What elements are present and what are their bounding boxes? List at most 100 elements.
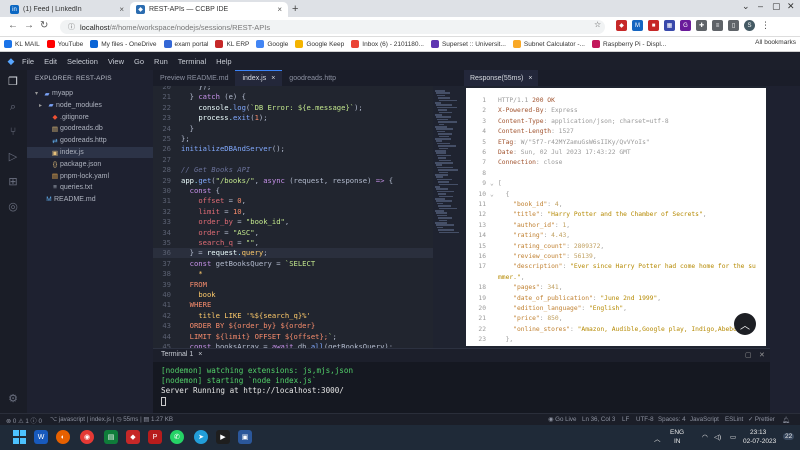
word-icon[interactable]: W bbox=[34, 430, 48, 444]
back-arrow-icon[interactable]: ← bbox=[8, 20, 18, 31]
scroll-to-top-button[interactable]: ︿ bbox=[734, 313, 756, 335]
run-debug-icon[interactable]: ▷ bbox=[6, 150, 20, 164]
file-item[interactable]: ▣ index.js bbox=[27, 147, 153, 158]
menu-view[interactable]: View bbox=[108, 57, 124, 66]
pdf-icon[interactable]: P bbox=[148, 430, 162, 444]
new-tab-button[interactable]: + bbox=[292, 3, 298, 15]
folder-item[interactable]: ▾ ▰ myapp bbox=[27, 88, 153, 99]
close-icon[interactable]: × bbox=[271, 75, 275, 82]
wifi-icon[interactable]: ◠ bbox=[702, 433, 708, 441]
source-control-icon[interactable]: ⑂ bbox=[6, 125, 20, 139]
prettier-status[interactable]: ✓ Prettier bbox=[748, 416, 775, 423]
bookmark-item[interactable]: My files - OneDrive bbox=[90, 40, 157, 48]
maximize-panel-icon[interactable]: ▢ bbox=[745, 351, 752, 359]
app-red-icon[interactable]: ◆ bbox=[126, 430, 140, 444]
file-item[interactable]: ◆ .gitignore bbox=[27, 112, 153, 123]
menu-file[interactable]: File bbox=[22, 57, 34, 66]
cursor-position[interactable]: Ln 36, Col 3 bbox=[582, 416, 615, 423]
problems-status[interactable]: ⊗ 0 ⚠ 1 ⓘ 0 bbox=[6, 416, 42, 425]
response-viewer[interactable]: 1 HTTP/1.1 200 OK 2 X-Powered-By: Express 3 C… bbox=[466, 88, 766, 346]
folder-item[interactable]: ▸ ▰ node_modules bbox=[27, 100, 153, 111]
bookmark-item[interactable]: Google Keep bbox=[295, 40, 344, 48]
minimize-icon[interactable]: – bbox=[758, 1, 763, 11]
translate-extension-icon[interactable]: G bbox=[680, 20, 691, 31]
browser-tab-rest-apis[interactable]: ◆ REST-APIs — CCBP IDE × bbox=[130, 2, 288, 17]
windows-start-icon[interactable] bbox=[12, 430, 26, 444]
file-item[interactable]: ≡ queries.txt bbox=[27, 182, 153, 193]
url-input[interactable]: ⓘ localhost /#/home/workspace/nodejs/ses… bbox=[60, 20, 605, 34]
forward-arrow-icon[interactable]: → bbox=[24, 20, 34, 31]
fold-icon[interactable]: ⌄ bbox=[490, 190, 498, 200]
menu-selection[interactable]: Selection bbox=[67, 57, 98, 66]
search-icon[interactable]: ⌕ bbox=[6, 100, 20, 114]
go-live-button[interactable]: ◉ Go Live bbox=[548, 416, 576, 423]
gear-icon[interactable]: ⚙ bbox=[6, 392, 20, 406]
language-mode[interactable]: JavaScript bbox=[690, 416, 719, 423]
menu-edit[interactable]: Edit bbox=[44, 57, 57, 66]
volume-icon[interactable]: ◁) bbox=[714, 433, 721, 441]
bookmark-item[interactable]: Superset :: Universit... bbox=[430, 40, 506, 48]
extensions-icon[interactable]: ⊞ bbox=[6, 175, 20, 189]
all-bookmarks-folder[interactable]: All bookmarks bbox=[755, 39, 796, 46]
battery-icon[interactable]: ▭ bbox=[730, 433, 736, 441]
file-item[interactable]: ▤ goodreads.db bbox=[27, 123, 153, 134]
tab-goodreads-http[interactable]: goodreads.http bbox=[282, 70, 343, 86]
mail-extension-icon[interactable]: M bbox=[632, 20, 643, 31]
bookmark-item[interactable]: Google bbox=[256, 40, 288, 48]
close-icon[interactable]: × bbox=[198, 351, 202, 358]
tab-index-js[interactable]: index.js × bbox=[235, 70, 283, 86]
file-item[interactable]: M README.md bbox=[27, 194, 153, 205]
close-icon[interactable]: × bbox=[119, 5, 124, 14]
accounts-icon[interactable]: ◎ bbox=[6, 200, 20, 214]
terminal-app-icon[interactable]: ▶ bbox=[216, 430, 230, 444]
bookmark-item[interactable]: Subnet Calculator -... bbox=[512, 40, 585, 48]
breadcrumb[interactable]: ⌥ javascript | index.js | ◷ 55ms | ▤ 1.2… bbox=[50, 416, 173, 423]
files-app-icon[interactable]: ▣ bbox=[238, 430, 252, 444]
firefox-icon[interactable]: ◐ bbox=[56, 430, 70, 444]
input-language[interactable]: ENG bbox=[670, 429, 684, 436]
more-menu-icon[interactable]: ⋮ bbox=[760, 20, 771, 31]
terminal-cursor[interactable] bbox=[161, 396, 166, 406]
bookmark-item[interactable]: KL MAIL bbox=[4, 40, 40, 48]
maximize-icon[interactable]: ▢ bbox=[772, 1, 781, 12]
shield-extension-icon[interactable]: ◆ bbox=[616, 20, 627, 31]
puzzle-extension-icon[interactable]: ✚ bbox=[696, 20, 707, 31]
reload-icon[interactable]: ↻ bbox=[40, 20, 48, 31]
explorer-files-icon[interactable]: ❐ bbox=[6, 75, 20, 89]
star-icon[interactable]: ☆ bbox=[594, 20, 601, 29]
chevron-down-icon[interactable]: ⌄ bbox=[742, 1, 750, 12]
terminal-output[interactable]: [nodemon] watching extensions: js,mjs,js… bbox=[153, 362, 770, 413]
tab-search-icon[interactable]: ≡ bbox=[712, 20, 723, 31]
code-editor[interactable]: 20 }); 21 } catch (e) {22 console.log(`DB… bbox=[153, 86, 433, 348]
tray-chevron-icon[interactable]: ︿ bbox=[654, 433, 661, 443]
menu-run[interactable]: Run bbox=[154, 57, 168, 66]
bookmark-item[interactable]: Inbox (6) - 2101180... bbox=[351, 40, 424, 48]
clock-date[interactable]: 02-07-2023 bbox=[743, 438, 776, 445]
bookmark-item[interactable]: KL ERP bbox=[215, 40, 249, 48]
notification-badge[interactable]: 22 bbox=[783, 433, 795, 440]
whatsapp-icon[interactable]: ✆ bbox=[170, 430, 184, 444]
menu-go[interactable]: Go bbox=[134, 57, 144, 66]
close-panel-icon[interactable]: ✕ bbox=[759, 351, 765, 359]
menu-terminal[interactable]: Terminal bbox=[178, 57, 206, 66]
menu-help[interactable]: Help bbox=[216, 57, 231, 66]
close-icon[interactable]: × bbox=[528, 75, 532, 82]
explorer-app-icon[interactable]: ▤ bbox=[104, 430, 118, 444]
clock-time[interactable]: 23:13 bbox=[750, 429, 766, 436]
bookmark-item[interactable]: Raspberry Pi - Displ... bbox=[591, 40, 666, 48]
file-item[interactable]: ▤ pnpm-lock.yaml bbox=[27, 171, 153, 182]
encoding-indicator[interactable]: UTF-8 bbox=[636, 416, 654, 423]
minimap[interactable] bbox=[433, 86, 460, 348]
chrome-icon[interactable]: ◉ bbox=[80, 430, 94, 444]
browser-tab-linkedin[interactable]: in (1) Feed | LinkedIn × bbox=[4, 2, 130, 17]
avatar[interactable]: S bbox=[744, 20, 755, 31]
bookmark-item[interactable]: YouTube bbox=[46, 40, 83, 48]
telegram-icon[interactable]: ➤ bbox=[194, 430, 208, 444]
file-item[interactable]: ⇄ goodreads.http bbox=[27, 135, 153, 146]
tab-preview-readme[interactable]: Preview README.md bbox=[153, 70, 235, 86]
close-icon[interactable]: × bbox=[277, 5, 282, 14]
file-item[interactable]: {} package.json bbox=[27, 159, 153, 170]
tab-response[interactable]: Response(55ms) × bbox=[464, 70, 539, 86]
eslint-status[interactable]: ESLint bbox=[725, 416, 743, 423]
eol-indicator[interactable]: LF bbox=[622, 416, 629, 423]
